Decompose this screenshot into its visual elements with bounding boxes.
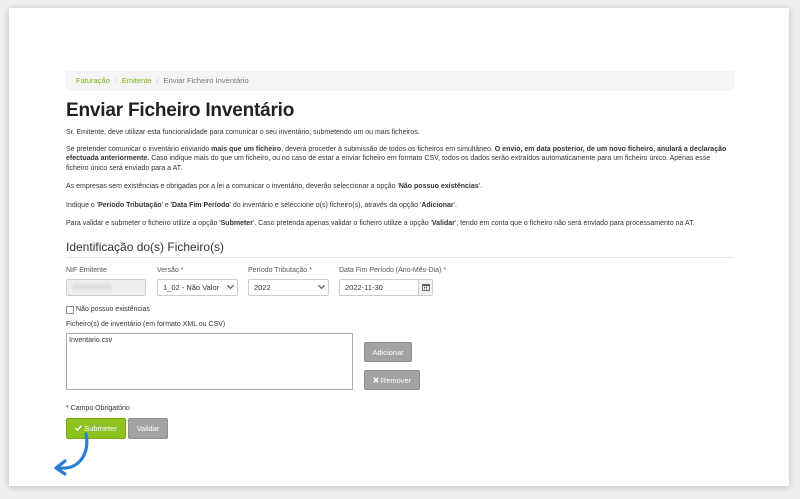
intro-bold-text: Validar [431,220,455,227]
intro-paragraph-1: Sr. Emitente, deve utilizar esta funcion… [66,129,420,136]
intro-text: As empresas sem existências e obrigadas … [66,183,399,190]
page-title: Enviar Ficheiro Inventário [66,100,295,121]
intro-text: '. Caso pretenda apenas validar o fichei… [252,220,432,227]
chevron-down-icon [226,281,235,289]
periodo-selected: 2022 [254,282,271,292]
files-listbox[interactable]: Inventario.csv [66,332,353,390]
periodo-field-group: Período Tributação * 2022 [248,266,329,296]
intro-text: Caso indique mais do que um ficheiro, ou… [66,155,711,172]
intro-text: '. [478,183,482,190]
intro-text: ' do inventário e seleccione o(s) fichei… [229,201,422,209]
intro-paragraph-2: Se pretender comunicar o inventário envi… [66,145,734,174]
data-field-group: Data Fim Período (Ano-Mês-Dia) * 2022-11… [339,266,446,296]
nif-input [66,278,146,296]
intro-bold-text: Adicionar [421,201,454,209]
nif-value-redacted [72,283,112,290]
periodo-select[interactable]: 2022 [248,278,329,296]
intro-text: Indique o ' [66,201,99,209]
chevron-down-icon [317,281,326,289]
intro-text: ' e ' [161,201,172,209]
curved-arrow-icon [54,432,89,476]
remove-button[interactable]: Remover [364,369,420,390]
versao-field-group: Versão * 1_02 - Não Valor [157,266,238,296]
files-area: Inventario.csv Adicionar Remover [66,332,734,392]
breadcrumb-link-faturacao[interactable]: Faturação [76,76,110,85]
close-icon [373,377,379,383]
required-note: * Campo Obrigatório [66,404,130,412]
nif-field-group: NIF Emitente [66,266,146,296]
breadcrumb: Faturação / Emitente / Enviar Ficheiro Inven… [66,71,734,91]
intro-bold-text: Submeter [220,220,253,227]
form-actions: Submeter Validar [66,417,734,440]
breadcrumb-link-emitente[interactable]: Emitente [122,76,152,85]
calendar-button[interactable] [418,279,432,295]
intro-bold-text: Período Tributação [98,201,162,209]
validate-button[interactable]: Validar [128,417,168,439]
form-row: NIF Emitente Versão * 1_02 - Não Valor P… [66,266,734,300]
intro-text: Se pretender comunicar o inventário envi… [66,145,212,153]
data-input[interactable]: 2022-11-30 [339,278,433,296]
file-list-item[interactable]: Inventario.csv [69,336,350,346]
no-stock-label[interactable]: Não possuo existências [76,306,150,313]
remove-button-label: Remover [380,375,412,385]
intro-text: Para validar e submeter o ficheiro utili… [66,220,221,227]
calendar-icon [421,284,430,291]
section-title: Identificação do(s) Ficheiro(s) [66,240,734,258]
versao-label: Versão * [157,266,184,274]
intro-bold-text: Não possuo existências [398,183,479,190]
intro-text: '. [453,201,457,209]
files-label: Ficheiro(s) de inventário (em formato XM… [66,320,226,328]
intro-bold-text: mais que um ficheiro [211,145,282,153]
breadcrumb-current: Enviar Ficheiro Inventário [163,76,249,85]
intro-text: , deverá proceder à submissão de todos o… [281,145,495,153]
content-area: Faturação / Emitente / Enviar Ficheiro Inven… [66,71,734,440]
no-stock-row: Não possuo existências [66,305,734,314]
intro-paragraph-3: As empresas sem existências e obrigadas … [66,182,734,192]
main-card: Faturação / Emitente / Enviar Ficheiro Inven… [9,8,789,486]
intro-bold-text: Data Fim Período [171,201,230,209]
data-label: Data Fim Período (Ano-Mês-Dia) * [339,266,446,274]
nif-label: NIF Emitente [66,266,107,274]
no-stock-checkbox[interactable] [66,305,74,314]
add-button[interactable]: Adicionar [364,341,412,362]
breadcrumb-separator: / [156,76,159,85]
versao-select[interactable]: 1_02 - Não Valor [157,278,238,296]
periodo-label: Período Tributação * [248,266,312,274]
breadcrumb-separator: / [114,76,117,85]
intro-paragraph-5: Para validar e submeter o ficheiro utili… [66,219,734,229]
intro-paragraph-4: Indique o 'Período Tributação' e 'Data F… [66,201,734,211]
versao-selected: 1_02 - Não Valor [163,282,220,292]
intro-text: ', tendo em conta que o ficheiro não ser… [454,220,695,227]
data-value: 2022-11-30 [345,282,383,292]
